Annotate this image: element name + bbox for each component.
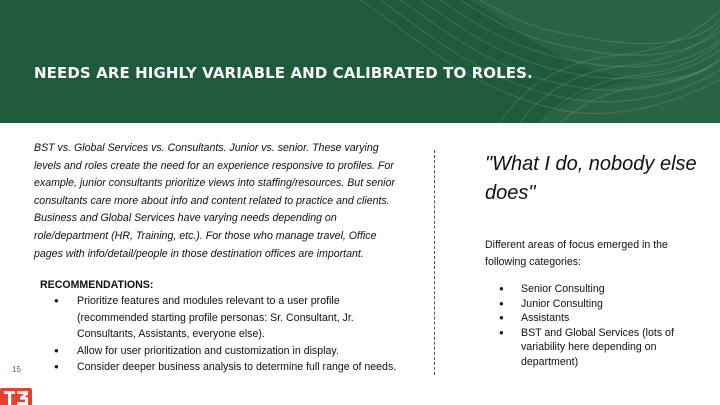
slide-title: NEEDS ARE HIGHLY VARIABLE AND CALIBRATED…: [34, 64, 533, 82]
recommendation-item: Allow for user prioritization and custom…: [40, 343, 410, 360]
area-item: Assistants: [485, 311, 710, 326]
pull-quote: "What I do, nobody else does": [485, 153, 697, 204]
area-item: BST and Global Services (lots of variabi…: [485, 326, 710, 370]
recommendations-list: Prioritize features and modules relevant…: [40, 293, 410, 376]
area-item: Senior Consulting: [485, 282, 710, 297]
recommendation-item: Prioritize features and modules relevant…: [40, 293, 410, 343]
recommendations-heading: RECOMMENDATIONS:: [40, 279, 154, 291]
header-banner: NEEDS ARE HIGHLY VARIABLE AND CALIBRATED…: [0, 0, 720, 123]
decorative-swirl-background: [359, 0, 720, 123]
areas-list: Senior Consulting Junior Consulting Assi…: [485, 282, 710, 370]
area-item: Junior Consulting: [485, 297, 710, 312]
intro-paragraph: BST vs. Global Services vs. Consultants.…: [34, 142, 395, 260]
areas-description: Different areas of focus emerged in the …: [485, 239, 668, 268]
page-number: 15: [12, 365, 21, 374]
column-divider: [434, 150, 435, 375]
t3-logo-icon: [0, 388, 32, 405]
recommendation-item: Consider deeper business analysis to det…: [40, 359, 410, 376]
